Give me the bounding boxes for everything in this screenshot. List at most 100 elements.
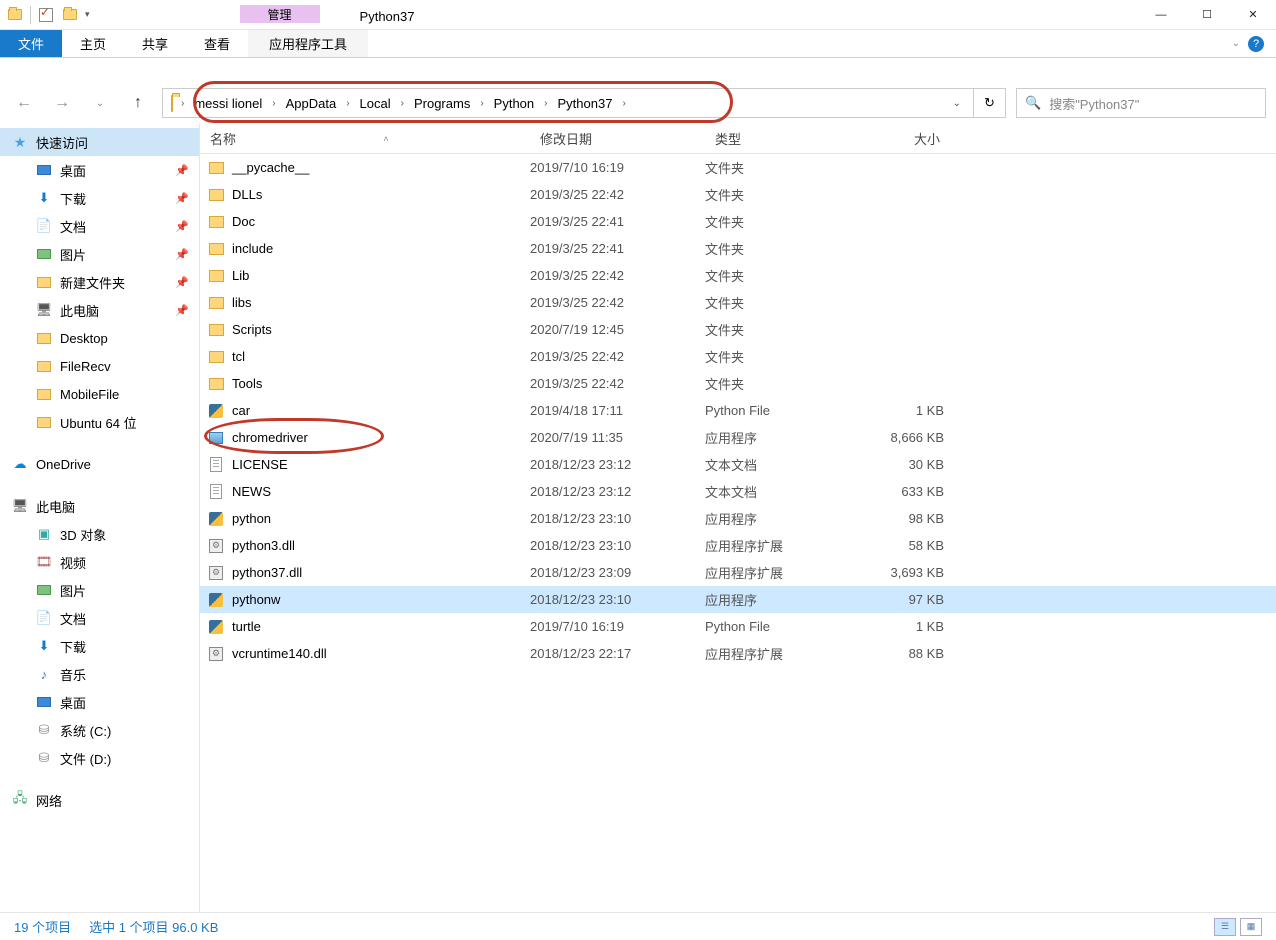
chevron-right-icon[interactable]: › xyxy=(177,98,188,109)
file-row[interactable]: tcl2019/3/25 22:42文件夹 xyxy=(200,343,1276,370)
search-input[interactable]: 🔍 搜索"Python37" xyxy=(1016,88,1266,118)
sidebar-item[interactable]: ♪音乐 xyxy=(0,660,199,688)
forward-button[interactable]: → xyxy=(48,89,76,117)
sidebar-item[interactable]: ⛁文件 (D:) xyxy=(0,744,199,772)
file-name: DLLs xyxy=(232,187,530,202)
dll-icon xyxy=(206,566,226,580)
breadcrumb-segment[interactable]: Programs xyxy=(408,89,476,117)
file-row[interactable]: LICENSE2018/12/23 23:12文本文档30 KB xyxy=(200,451,1276,478)
column-type[interactable]: 类型 xyxy=(705,129,860,148)
sidebar-item[interactable]: 图片 xyxy=(0,576,199,604)
file-row[interactable]: Lib2019/3/25 22:42文件夹 xyxy=(200,262,1276,289)
file-row[interactable]: turtle2019/7/10 16:19Python File1 KB xyxy=(200,613,1276,640)
sidebar-item[interactable]: 📄文档📌 xyxy=(0,212,199,240)
breadcrumb-segment[interactable]: Local xyxy=(354,89,397,117)
tab-app-tools[interactable]: 应用程序工具 xyxy=(248,30,368,57)
column-date[interactable]: 修改日期 xyxy=(530,129,705,148)
file-name: python xyxy=(232,511,530,526)
file-row[interactable]: Scripts2020/7/19 12:45文件夹 xyxy=(200,316,1276,343)
column-name[interactable]: 名称 xyxy=(210,129,236,148)
folder-icon xyxy=(206,243,226,255)
onedrive-icon: ☁ xyxy=(12,456,28,472)
quick-access-toolbar: ▾ xyxy=(0,6,90,24)
chevron-right-icon[interactable]: › xyxy=(342,98,353,109)
file-row[interactable]: __pycache__2019/7/10 16:19文件夹 xyxy=(200,154,1276,181)
sidebar-item[interactable]: 🖥此电脑📌 xyxy=(0,296,199,324)
view-details-button[interactable]: ☰ xyxy=(1214,918,1236,936)
sidebar-item[interactable]: 🎞视频 xyxy=(0,548,199,576)
file-row[interactable]: DLLs2019/3/25 22:42文件夹 xyxy=(200,181,1276,208)
chevron-right-icon[interactable]: › xyxy=(268,98,279,109)
tab-share[interactable]: 共享 xyxy=(124,30,186,57)
folder-icon xyxy=(206,378,226,390)
file-row[interactable]: include2019/3/25 22:41文件夹 xyxy=(200,235,1276,262)
back-button[interactable]: ← xyxy=(10,89,38,117)
tab-file[interactable]: 文件 xyxy=(0,30,62,57)
sidebar-item[interactable]: Ubuntu 64 位 xyxy=(0,408,199,436)
sidebar-item[interactable]: ⛁系统 (C:) xyxy=(0,716,199,744)
folder-icon xyxy=(171,96,173,111)
sidebar-network[interactable]: 🖧网络 xyxy=(0,786,199,814)
chevron-right-icon[interactable]: › xyxy=(618,98,629,109)
sidebar-item[interactable]: Desktop xyxy=(0,324,199,352)
view-large-icons-button[interactable]: ▦ xyxy=(1240,918,1262,936)
sidebar-item[interactable]: 图片📌 xyxy=(0,240,199,268)
window-controls: ― ☐ ✕ xyxy=(1138,0,1276,30)
download-icon: ⬇ xyxy=(36,190,52,206)
sidebar-this-pc[interactable]: 🖥此电脑 xyxy=(0,492,199,520)
file-name: NEWS xyxy=(232,484,530,499)
file-row[interactable]: Doc2019/3/25 22:41文件夹 xyxy=(200,208,1276,235)
sidebar-onedrive[interactable]: ☁OneDrive xyxy=(0,450,199,478)
column-size[interactable]: 大小 xyxy=(860,129,950,148)
sidebar-item[interactable]: ▣3D 对象 xyxy=(0,520,199,548)
new-folder-icon[interactable] xyxy=(61,6,79,24)
sidebar-item[interactable]: 桌面 xyxy=(0,688,199,716)
chevron-right-icon[interactable]: › xyxy=(540,98,551,109)
properties-check-icon[interactable] xyxy=(37,6,55,24)
file-row[interactable]: python37.dll2018/12/23 23:09应用程序扩展3,693 … xyxy=(200,559,1276,586)
sidebar-item[interactable]: 新建文件夹📌 xyxy=(0,268,199,296)
sidebar-item[interactable]: ⬇下载 xyxy=(0,632,199,660)
minimize-button[interactable]: ― xyxy=(1138,0,1184,30)
disk-icon: ⛁ xyxy=(36,722,52,738)
file-row[interactable]: chromedriver2020/7/19 11:35应用程序8,666 KB xyxy=(200,424,1276,451)
breadcrumb-segment[interactable]: AppData xyxy=(280,89,343,117)
pyexe-icon xyxy=(206,512,226,526)
file-row[interactable]: NEWS2018/12/23 23:12文本文档633 KB xyxy=(200,478,1276,505)
column-headers[interactable]: 名称 ˄ 修改日期 类型 大小 xyxy=(200,124,1276,154)
file-date: 2020/7/19 11:35 xyxy=(530,430,705,445)
file-row[interactable]: python3.dll2018/12/23 23:10应用程序扩展58 KB xyxy=(200,532,1276,559)
address-bar[interactable]: › messi lionel›AppData›Local›Programs›Py… xyxy=(162,88,974,118)
help-icon[interactable]: ? xyxy=(1248,36,1264,52)
file-row[interactable]: python2018/12/23 23:10应用程序98 KB xyxy=(200,505,1276,532)
chevron-right-icon[interactable]: › xyxy=(397,98,408,109)
chevron-right-icon[interactable]: › xyxy=(476,98,487,109)
breadcrumb-segment[interactable]: messi lionel xyxy=(188,89,268,117)
sidebar-item[interactable]: MobileFile xyxy=(0,380,199,408)
sidebar-item[interactable]: FileRecv xyxy=(0,352,199,380)
recent-dropdown-icon[interactable]: ⌄ xyxy=(86,89,114,117)
breadcrumb-segment[interactable]: Python37 xyxy=(552,89,619,117)
sidebar-item[interactable]: 桌面📌 xyxy=(0,156,199,184)
up-button[interactable]: ↑ xyxy=(124,89,152,117)
breadcrumb-segment[interactable]: Python xyxy=(488,89,540,117)
ribbon-expand-icon[interactable]: ⌄ xyxy=(1232,38,1240,49)
tab-view[interactable]: 查看 xyxy=(186,30,248,57)
qat-dropdown-icon[interactable]: ▾ xyxy=(85,9,90,20)
maximize-button[interactable]: ☐ xyxy=(1184,0,1230,30)
refresh-button[interactable]: ↻ xyxy=(974,88,1006,118)
close-button[interactable]: ✕ xyxy=(1230,0,1276,30)
sidebar-item[interactable]: ⬇下载📌 xyxy=(0,184,199,212)
tab-home[interactable]: 主页 xyxy=(62,30,124,57)
file-row[interactable]: pythonw2018/12/23 23:10应用程序97 KB xyxy=(200,586,1276,613)
file-row[interactable]: libs2019/3/25 22:42文件夹 xyxy=(200,289,1276,316)
file-size: 30 KB xyxy=(860,457,950,472)
file-row[interactable]: Tools2019/3/25 22:42文件夹 xyxy=(200,370,1276,397)
file-row[interactable]: car2019/4/18 17:11Python File1 KB xyxy=(200,397,1276,424)
sidebar-item[interactable]: 📄文档 xyxy=(0,604,199,632)
sidebar-item-label: 3D 对象 xyxy=(60,525,106,544)
file-type: Python File xyxy=(705,619,860,634)
file-row[interactable]: vcruntime140.dll2018/12/23 22:17应用程序扩展88… xyxy=(200,640,1276,667)
address-dropdown-icon[interactable]: ⌄ xyxy=(945,98,969,109)
sidebar-quick-access[interactable]: ★快速访问 xyxy=(0,128,199,156)
